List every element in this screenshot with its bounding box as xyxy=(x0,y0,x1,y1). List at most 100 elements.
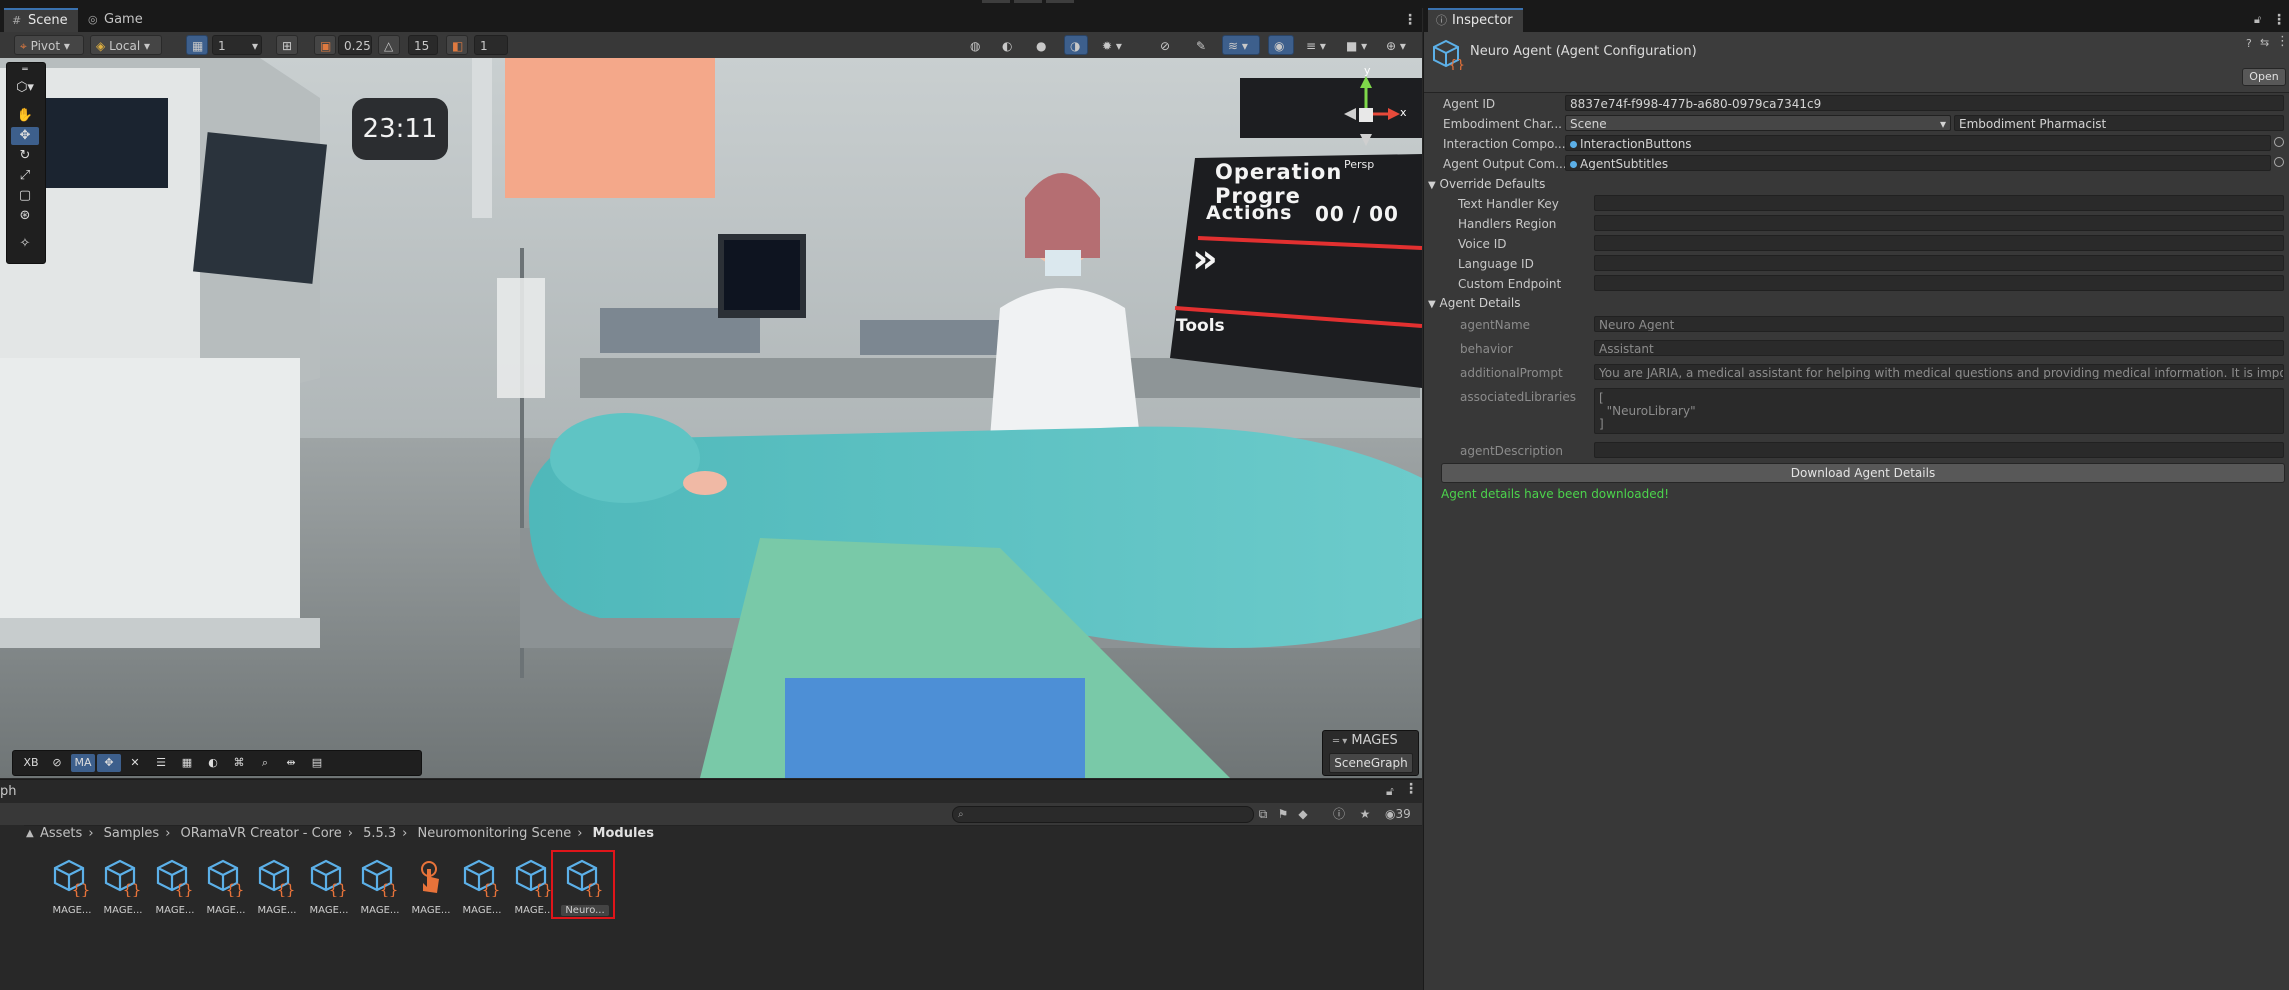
voice-id-field[interactable] xyxy=(1594,235,2284,251)
output-component-field[interactable]: AgentSubtitles xyxy=(1565,155,2271,171)
stamp-icon[interactable]: ⌘ xyxy=(227,754,251,772)
grid-toggle[interactable]: ▦ xyxy=(186,35,208,55)
asset-item[interactable]: {} MAGE... xyxy=(202,857,250,923)
presets-icon[interactable]: ⇆ xyxy=(2260,36,2269,49)
increment-snap-toggle[interactable]: ▣ xyxy=(314,35,336,55)
asset-item[interactable]: {} MAGE... xyxy=(356,857,404,923)
open-button[interactable]: Open xyxy=(2242,68,2286,86)
embodiment-dropdown[interactable]: Scene ▾ xyxy=(1565,115,1951,131)
shaded-sphere-icon[interactable]: ● xyxy=(1030,35,1052,55)
snap-toggle[interactable]: ⊞ xyxy=(276,35,298,55)
tab-scene[interactable]: # Scene xyxy=(4,8,78,32)
transform-tool-icon[interactable]: ⊛ xyxy=(11,207,39,225)
camera-dropdown-icon[interactable]: ■ ▾ xyxy=(1340,35,1374,55)
agent-details-foldout[interactable]: ▼ Agent Details xyxy=(1424,293,2289,313)
stack-dropdown-icon[interactable]: ≡ ▾ xyxy=(1300,35,1334,55)
breadcrumb-oramavr[interactable]: ORamaVR Creator - Core xyxy=(181,826,342,841)
compass-icon[interactable]: ⊘ xyxy=(45,754,69,772)
project-search-input[interactable]: ⌕ xyxy=(952,806,1254,823)
breadcrumb-assets[interactable]: Assets xyxy=(40,826,82,841)
drag-handle-icon[interactable]: ═ xyxy=(11,65,39,75)
asset-item[interactable]: MAGE... xyxy=(407,857,455,923)
component-menu-icon[interactable]: ⋮ xyxy=(2276,34,2289,49)
move-arrows-icon[interactable]: ✥ xyxy=(97,754,121,772)
visibility-icon[interactable]: ◉ xyxy=(1268,35,1294,55)
rotate-tool-icon[interactable]: ↻ xyxy=(11,147,39,165)
scale-snap-toggle[interactable]: ◧ xyxy=(446,35,468,55)
info-icon[interactable]: ⓘ xyxy=(1330,805,1348,823)
xb-button[interactable]: XB xyxy=(19,754,43,772)
layout-icon[interactable]: ▤ xyxy=(305,754,329,772)
object-picker-icon[interactable] xyxy=(2274,137,2284,147)
asset-item[interactable]: {} MAGE... xyxy=(458,857,506,923)
breadcrumb-samples[interactable]: Samples xyxy=(104,826,160,841)
tab-inspector[interactable]: ⓘ Inspector xyxy=(1428,8,1523,32)
orientation-gizmo[interactable]: y x xyxy=(1330,64,1410,158)
breadcrumb-version[interactable]: 5.5.3 xyxy=(363,826,396,841)
embodiment-field[interactable]: Embodiment Pharmacist xyxy=(1954,115,2284,131)
text-handler-key-field[interactable] xyxy=(1594,195,2284,211)
help-icon[interactable]: ? xyxy=(2246,37,2252,50)
view-options-icon[interactable]: ⬡▾ xyxy=(11,79,39,97)
space-dropdown[interactable]: ◈ Local ▾ xyxy=(90,35,162,55)
agent-id-field[interactable]: 8837e74f-f998-477b-a680-0979ca7341c9 xyxy=(1565,95,2284,111)
ma-button[interactable]: MA xyxy=(71,754,95,772)
custom-endpoint-field[interactable] xyxy=(1594,275,2284,291)
lighting-toggle-icon[interactable]: ◑ xyxy=(1064,35,1088,55)
asset-item[interactable]: {} MAGE... xyxy=(48,857,96,923)
draw-mode-icon[interactable]: ◐ xyxy=(996,35,1018,55)
move-tool-icon[interactable]: ✥ xyxy=(11,127,39,145)
filter-type-icon[interactable]: ⧉ xyxy=(1254,805,1272,823)
asset-item[interactable]: {} MAGE... xyxy=(151,857,199,923)
custom-tool-icon[interactable]: ✧ xyxy=(11,235,39,253)
download-agent-details-button[interactable]: Download Agent Details xyxy=(1441,463,2285,483)
scene-menu-icon[interactable]: ⋮ xyxy=(1403,8,1417,32)
zoom-icon[interactable]: ⌕ xyxy=(253,754,277,772)
breadcrumb-scene[interactable]: Neuromonitoring Scene xyxy=(417,826,571,841)
step-button[interactable] xyxy=(1046,0,1074,3)
object-picker-icon[interactable] xyxy=(2274,157,2284,167)
play-button[interactable] xyxy=(982,0,1010,3)
favorite-star-icon[interactable]: ★ xyxy=(1356,805,1374,823)
inspector-menu-icon[interactable]: ⋮ xyxy=(2272,8,2286,32)
gizmos-dropdown-icon[interactable]: ⊕ ▾ xyxy=(1380,35,1418,55)
increment-snap-field[interactable]: 0.25 xyxy=(338,35,372,55)
breadcrumb-modules[interactable]: Modules xyxy=(593,826,654,841)
handlers-region-field[interactable] xyxy=(1594,215,2284,231)
filter-label-icon[interactable]: ⚑ xyxy=(1274,805,1292,823)
cross-tool-icon[interactable]: ✕ xyxy=(123,754,147,772)
project-menu-icon[interactable]: ⋮ xyxy=(1404,781,1418,797)
projection-label[interactable]: Persp xyxy=(1344,158,1374,171)
tag-icon[interactable]: ◆ xyxy=(1294,805,1312,823)
pan-arrows-icon[interactable]: ⇹ xyxy=(279,754,303,772)
lock-icon[interactable]: 🔓︎ xyxy=(1386,784,1394,799)
scenegraph-button[interactable]: SceneGraph xyxy=(1329,753,1413,773)
tab-game[interactable]: ◎ Game xyxy=(80,8,153,32)
grid-snap-icon[interactable]: ▦ xyxy=(175,754,199,772)
grid-size-field[interactable]: 1 ▾ xyxy=(212,35,262,55)
layers-dropdown-icon[interactable]: ≋ ▾ xyxy=(1222,35,1260,55)
override-defaults-foldout[interactable]: ▼ Override Defaults xyxy=(1424,174,2289,194)
rotate-snap-toggle[interactable]: △ xyxy=(378,35,400,55)
asset-item[interactable]: {} MAGE... xyxy=(253,857,301,923)
asset-item[interactable]: {} MAGE... xyxy=(305,857,353,923)
audio-mute-icon[interactable]: ⊘ xyxy=(1154,35,1176,55)
fx-icon[interactable]: ✎ xyxy=(1190,35,1212,55)
asset-item[interactable]: {} MAGE... xyxy=(99,857,147,923)
pivot-dropdown[interactable]: ⌖ Pivot ▾ xyxy=(14,35,84,55)
rect-tool-icon[interactable]: ▢ xyxy=(11,187,39,205)
interaction-component-field[interactable]: InteractionButtons xyxy=(1565,135,2271,151)
pause-button[interactable] xyxy=(1014,0,1042,3)
mages-overlay-title[interactable]: ═ ▾ MAGES xyxy=(1333,733,1398,748)
lock-icon[interactable]: 🔓︎ xyxy=(2254,13,2261,27)
project-tab-label[interactable]: ph xyxy=(0,784,17,799)
scale-tool-icon[interactable]: ⤢ xyxy=(11,167,39,185)
effects-dropdown-icon[interactable]: ✹ ▾ xyxy=(1096,35,1128,55)
globe-icon[interactable]: ◍ xyxy=(964,35,986,55)
align-icon[interactable]: ☰ xyxy=(149,754,173,772)
language-id-field[interactable] xyxy=(1594,255,2284,271)
rotate-snap-field[interactable]: 15 xyxy=(408,35,438,55)
hand-tool-icon[interactable]: ✋ xyxy=(11,107,39,125)
scene-viewport[interactable]: 23:11 Operation Progre Actions 00 / 00 »… xyxy=(0,58,1422,778)
scale-snap-field[interactable]: 1 xyxy=(474,35,508,55)
